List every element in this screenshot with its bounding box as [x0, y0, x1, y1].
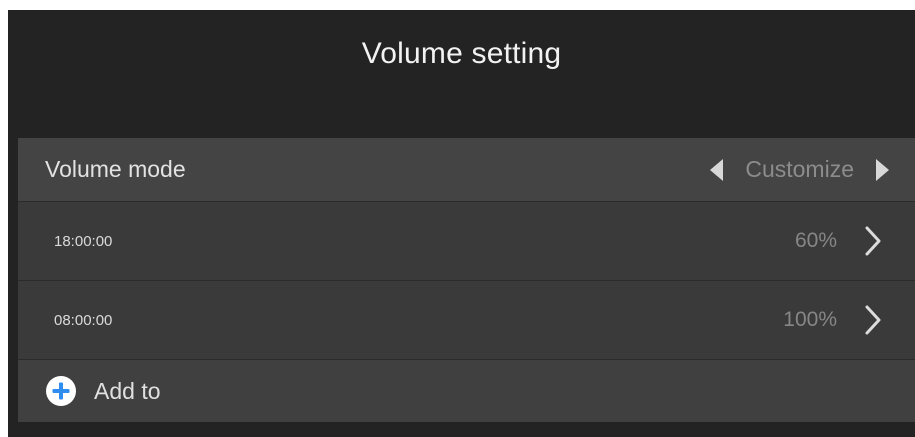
schedule-row[interactable]: 08:00:00 100% — [18, 281, 915, 360]
volume-mode-row: Volume mode Customize — [18, 138, 915, 202]
volume-mode-value: Customize — [745, 156, 854, 182]
schedule-volume: 60% — [794, 229, 837, 252]
chevron-right-icon[interactable] — [863, 224, 883, 258]
schedule-row[interactable]: 18:00:00 60% — [18, 202, 915, 281]
schedule-time: 18:00:00 — [54, 232, 113, 250]
triangle-right-icon[interactable] — [876, 158, 889, 181]
header-bar: Volume setting — [8, 10, 915, 102]
chevron-right-icon[interactable] — [863, 303, 883, 337]
plus-circle-icon[interactable] — [46, 376, 76, 406]
add-label: Add to — [94, 377, 161, 404]
volume-mode-label: Volume mode — [45, 156, 186, 182]
schedule-volume: 100% — [783, 308, 837, 331]
volume-mode-selector: Customize — [710, 156, 889, 183]
add-schedule-button[interactable]: Add to — [18, 360, 915, 422]
triangle-left-icon[interactable] — [710, 158, 724, 181]
settings-panel: Volume mode Customize 18:00:00 60% 08:00… — [18, 138, 915, 422]
page-title: Volume setting — [361, 37, 562, 70]
schedule-time: 08:00:00 — [54, 311, 113, 329]
volume-setting-screen: Volume setting Volume mode Customize 18:… — [8, 10, 915, 437]
